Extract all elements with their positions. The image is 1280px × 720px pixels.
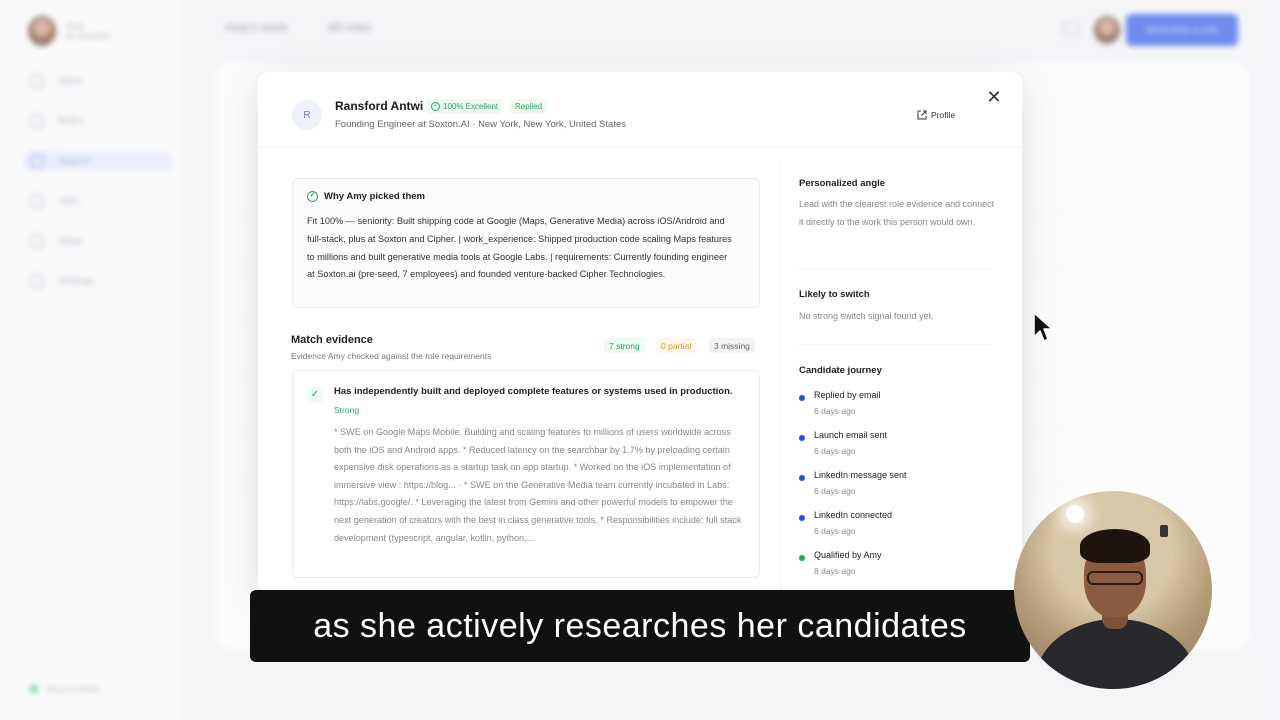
video-caption: as she actively researches her candidate… (250, 590, 1030, 662)
journey-time: 8 days ago (814, 566, 856, 576)
candidate-modal: R Ransford Antwi ✓ 100% Excellent Replie… (258, 72, 1022, 592)
external-link-icon (917, 110, 927, 120)
glasses-icon (1087, 571, 1143, 585)
evidence-title: Has independently built and deployed com… (334, 386, 733, 397)
personalized-angle-title: Personalized angle (799, 178, 886, 189)
status-badge: Replied (510, 99, 548, 114)
divider (799, 268, 991, 269)
journey-label: LinkedIn connected (814, 510, 893, 520)
journey-time: 6 days ago (814, 526, 856, 536)
journey-label: LinkedIn message sent (814, 470, 907, 480)
why-picked-card: ✓ Why Amy picked them Fit 100% — seniori… (292, 178, 760, 308)
strong-count-tag: 7 strong (604, 338, 645, 353)
mouse-cursor-icon (1033, 312, 1053, 342)
match-evidence-subtitle: Evidence Amy checked against the role re… (291, 351, 492, 361)
close-icon[interactable]: ✕ (985, 88, 1003, 106)
likely-to-switch-text: No strong switch signal found yet. (799, 311, 934, 321)
profile-link[interactable]: Profile (917, 110, 955, 120)
likely-to-switch-title: Likely to switch (799, 289, 870, 300)
journey-dot (799, 395, 805, 401)
presenter-body (1036, 619, 1196, 689)
evidence-text: * SWE on Google Maps Mobile. Building an… (334, 427, 742, 543)
journey-time: 6 days ago (814, 486, 856, 496)
modal-header: R Ransford Antwi ✓ 100% Excellent Replie… (258, 72, 1022, 148)
check-circle-icon: ✓ (431, 102, 440, 111)
right-column: Personalized angle Lead with the cleares… (780, 160, 1022, 592)
journey-dot (799, 515, 805, 521)
divider (799, 344, 991, 345)
journey-dot (799, 555, 805, 561)
why-picked-title: Why Amy picked them (324, 191, 426, 202)
score-badge-label: 100% Excellent (443, 102, 499, 111)
journey-label: Launch email sent (814, 430, 888, 440)
journey-time: 6 days ago (814, 406, 856, 416)
candidate-name: Ransford Antwi (335, 99, 424, 113)
journey-dot (799, 475, 805, 481)
personalized-angle-text: Lead with the clearest role evidence and… (799, 199, 995, 227)
journey-time: 6 days ago (814, 446, 856, 456)
profile-link-label: Profile (931, 110, 956, 120)
why-picked-heading: ✓ Why Amy picked them (307, 191, 425, 202)
partial-count-tag: 0 partial (656, 338, 697, 353)
presenter-hair (1080, 529, 1150, 563)
evidence-card: ✓ Has independently built and deployed c… (292, 370, 760, 578)
candidate-journey-title: Candidate journey (799, 365, 882, 376)
candidate-subtitle: Founding Engineer at Soxton.AI · New Yor… (335, 119, 626, 130)
missing-count-tag: 3 missing (709, 338, 755, 353)
webcam-presenter (1014, 491, 1212, 689)
avatar: R (292, 100, 322, 130)
left-column: ✓ Why Amy picked them Fit 100% — seniori… (258, 148, 780, 592)
match-evidence-title: Match evidence (291, 334, 373, 346)
check-circle-icon: ✓ (307, 191, 318, 202)
journey-dot (799, 435, 805, 441)
journey-label: Qualified by Amy (814, 550, 882, 560)
journey-label: Replied by email (814, 390, 881, 400)
why-picked-text: Fit 100% — seniority: Built shipping cod… (307, 216, 732, 280)
wall-fixture (1160, 525, 1168, 537)
ceiling-light (1066, 505, 1084, 523)
evidence-strength: Strong (334, 405, 360, 415)
score-badge: ✓ 100% Excellent (426, 99, 504, 114)
check-icon: ✓ (307, 387, 323, 403)
